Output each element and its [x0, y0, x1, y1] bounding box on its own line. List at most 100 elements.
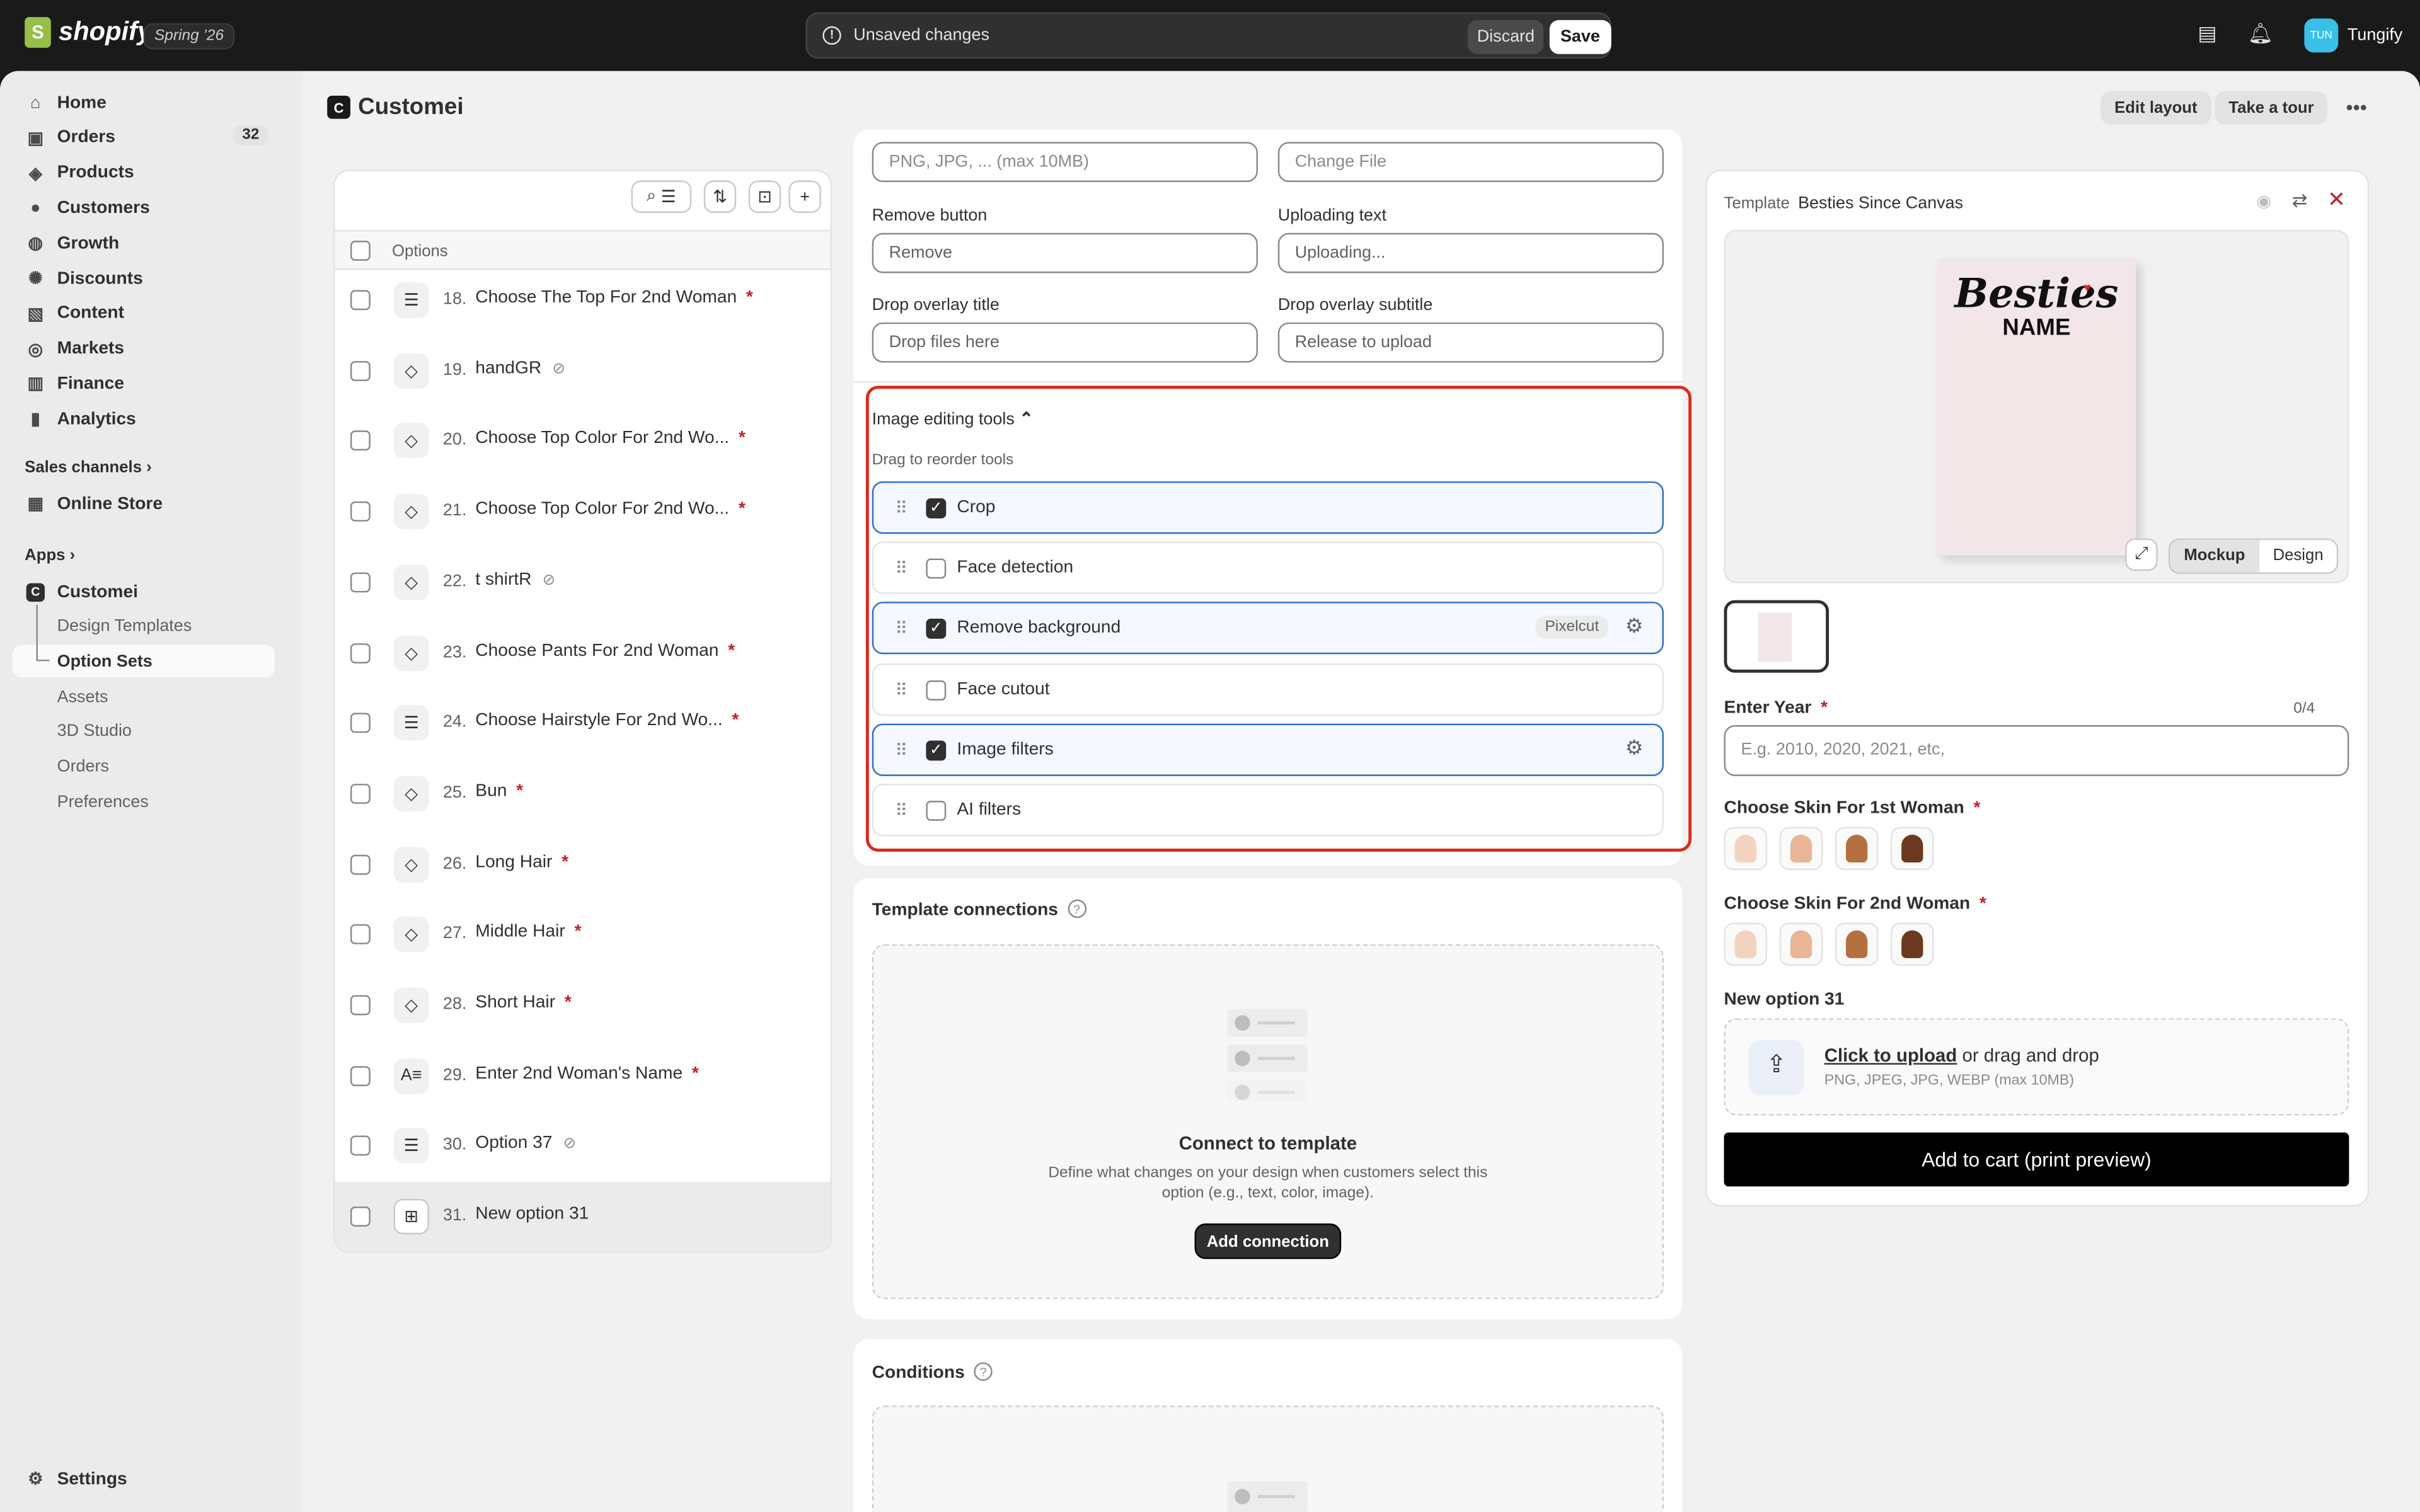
- drag-handle-icon[interactable]: ⠿: [895, 680, 908, 699]
- sidebar-item-analytics[interactable]: ▮ Analytics: [13, 403, 275, 435]
- uploading-text-input[interactable]: Uploading...: [1277, 232, 1664, 273]
- list-item[interactable]: ◇ 27. Middle Hair *: [335, 900, 830, 969]
- skin-swatch[interactable]: [1724, 827, 1768, 871]
- tool-checkbox[interactable]: ✓: [926, 619, 947, 639]
- sidebar-subitem-design-templates[interactable]: Design Templates: [57, 617, 192, 636]
- sidebar-item-markets[interactable]: ◎ Markets: [13, 333, 275, 365]
- row-checkbox[interactable]: [350, 1206, 371, 1227]
- row-checkbox[interactable]: [350, 501, 371, 522]
- drop-overlay-subtitle-input[interactable]: Release to upload: [1277, 322, 1664, 363]
- sort-button[interactable]: ⇅: [703, 180, 737, 213]
- sidebar-subitem-preferences[interactable]: Preferences: [57, 793, 149, 811]
- sidebar-item-settings[interactable]: ⚙ Settings: [13, 1463, 275, 1495]
- drag-handle-icon[interactable]: ⠿: [895, 740, 908, 760]
- skin-swatch[interactable]: [1835, 922, 1879, 966]
- skin-swatch[interactable]: [1835, 827, 1879, 871]
- folder-button[interactable]: ⊡: [748, 180, 781, 213]
- tool-row-crop[interactable]: ⠿ ✓ Crop: [872, 481, 1664, 534]
- skin-swatch[interactable]: [1891, 827, 1934, 871]
- apps-heading[interactable]: Apps ›: [25, 546, 75, 564]
- list-item[interactable]: A≡ 29. Enter 2nd Woman's Name *: [335, 1041, 830, 1110]
- drag-handle-icon[interactable]: ⠿: [895, 559, 908, 578]
- sidebar-item-discounts[interactable]: ✺ Discounts: [13, 262, 275, 294]
- gear-icon[interactable]: ⚙: [1625, 736, 1644, 760]
- skin-swatch[interactable]: [1779, 922, 1823, 966]
- list-item[interactable]: ☰ 24. Choose Hairstyle For 2nd Wo... *: [335, 689, 830, 758]
- tool-row-remove-background[interactable]: ⠿ ✓ Remove background Pixelcut ⚙: [872, 602, 1664, 655]
- save-button[interactable]: Save: [1549, 20, 1611, 54]
- sidebar-subitem-orders[interactable]: Orders: [57, 758, 109, 776]
- discard-button[interactable]: Discard: [1467, 20, 1544, 54]
- list-item[interactable]: ◇ 25. Bun *: [335, 759, 830, 828]
- edit-layout-button[interactable]: Edit layout: [2100, 91, 2211, 125]
- drag-handle-icon[interactable]: ⠿: [895, 801, 908, 820]
- row-checkbox[interactable]: [350, 783, 371, 804]
- swap-icon[interactable]: ⇄: [2292, 190, 2308, 211]
- sidebar-item-finance[interactable]: ▥ Finance: [13, 368, 275, 400]
- more-actions-icon[interactable]: •••: [2346, 96, 2366, 119]
- select-all-checkbox[interactable]: [350, 241, 371, 261]
- row-checkbox[interactable]: [350, 995, 371, 1016]
- skin-swatch[interactable]: [1891, 922, 1934, 966]
- row-checkbox[interactable]: [350, 431, 371, 452]
- remove-button-input[interactable]: Remove: [872, 232, 1258, 273]
- list-item[interactable]: ☰ 18. Choose The Top For 2nd Woman *: [335, 265, 830, 335]
- row-checkbox[interactable]: [350, 1136, 371, 1157]
- tool-checkbox[interactable]: [926, 558, 947, 579]
- close-icon[interactable]: ✕: [2327, 186, 2346, 213]
- sidebar-item-orders[interactable]: ▣ Orders 32: [13, 122, 275, 154]
- skin-swatch[interactable]: [1724, 922, 1768, 966]
- row-checkbox[interactable]: [350, 290, 371, 311]
- tool-row-image-filters[interactable]: ⠿ ✓ Image filters ⚙: [872, 723, 1664, 776]
- mockup-tab[interactable]: Mockup: [2170, 540, 2259, 573]
- shopify-logo[interactable]: S shopify: [25, 16, 152, 48]
- take-tour-button[interactable]: Take a tour: [2215, 91, 2328, 125]
- sidebar-subitem-3d-studio[interactable]: 3D Studio: [57, 723, 132, 741]
- release-badge[interactable]: Spring ’26: [143, 23, 235, 50]
- year-input[interactable]: E.g. 2010, 2020, 2021, etc,: [1724, 725, 2349, 776]
- drop-overlay-title-input[interactable]: Drop files here: [872, 322, 1258, 363]
- row-checkbox[interactable]: [350, 854, 371, 874]
- row-checkbox[interactable]: [350, 924, 371, 945]
- row-checkbox[interactable]: [350, 713, 371, 733]
- add-to-cart-button[interactable]: Add to cart (print preview): [1724, 1132, 2349, 1187]
- list-item[interactable]: ◇ 22. t shirtR ⊘: [335, 547, 830, 617]
- tool-checkbox[interactable]: [926, 801, 947, 821]
- help-icon[interactable]: ?: [974, 1362, 993, 1381]
- list-item[interactable]: ◇ 20. Choose Top Color For 2nd Wo... *: [335, 406, 830, 476]
- tool-checkbox[interactable]: ✓: [926, 740, 947, 760]
- list-item[interactable]: ⊞ 31. New option 31: [335, 1182, 831, 1252]
- tool-row-ai-filters[interactable]: ⠿ AI filters: [872, 784, 1664, 837]
- sidebar-item-home[interactable]: ⌂ Home: [13, 86, 275, 118]
- tool-row-face-cutout[interactable]: ⠿ Face cutout: [872, 663, 1664, 716]
- row-checkbox[interactable]: [350, 643, 371, 663]
- store-icon[interactable]: ▤: [2198, 21, 2216, 46]
- drag-handle-icon[interactable]: ⠿: [895, 498, 908, 518]
- sidebar-subitem-assets[interactable]: Assets: [57, 687, 108, 706]
- user-menu[interactable]: TUN Tungify: [2304, 18, 2402, 53]
- list-item[interactable]: ◇ 19. handGR ⊘: [335, 336, 830, 405]
- upload-dropzone[interactable]: [1724, 1018, 2349, 1116]
- sidebar-item-growth[interactable]: ◍ Growth: [13, 227, 275, 259]
- gear-icon[interactable]: ⚙: [1625, 615, 1644, 639]
- expand-icon[interactable]: ⤢: [2125, 538, 2158, 571]
- drag-handle-icon[interactable]: ⠿: [895, 619, 908, 639]
- tool-checkbox[interactable]: ✓: [926, 498, 947, 518]
- tool-checkbox[interactable]: [926, 680, 947, 700]
- add-connection-button[interactable]: Add connection: [1194, 1223, 1342, 1259]
- sidebar-item-online-store[interactable]: ▦ Online Store: [13, 488, 275, 520]
- file-types-input[interactable]: PNG, JPG, ... (max 10MB): [872, 142, 1258, 182]
- sidebar-item-products[interactable]: ◈ Products: [13, 157, 275, 189]
- bell-icon[interactable]: 🔔︎: [2247, 21, 2273, 46]
- list-item[interactable]: ◇ 21. Choose Top Color For 2nd Wo... *: [335, 477, 830, 546]
- sidebar-item-customers[interactable]: ● Customers: [13, 192, 275, 224]
- row-checkbox[interactable]: [350, 360, 371, 381]
- tool-row-face-detection[interactable]: ⠿ Face detection: [872, 542, 1664, 595]
- image-tools-toggle[interactable]: Image editing tools ⌃: [872, 409, 1034, 428]
- list-item[interactable]: ◇ 26. Long Hair *: [335, 830, 830, 899]
- sidebar-subitem-option-sets[interactable]: Option Sets: [57, 652, 153, 670]
- skin-swatch[interactable]: [1779, 827, 1823, 871]
- list-item[interactable]: ◇ 23. Choose Pants For 2nd Woman *: [335, 618, 830, 687]
- sidebar-item-customei[interactable]: C Customei: [13, 575, 275, 607]
- add-option-button[interactable]: +: [788, 180, 821, 213]
